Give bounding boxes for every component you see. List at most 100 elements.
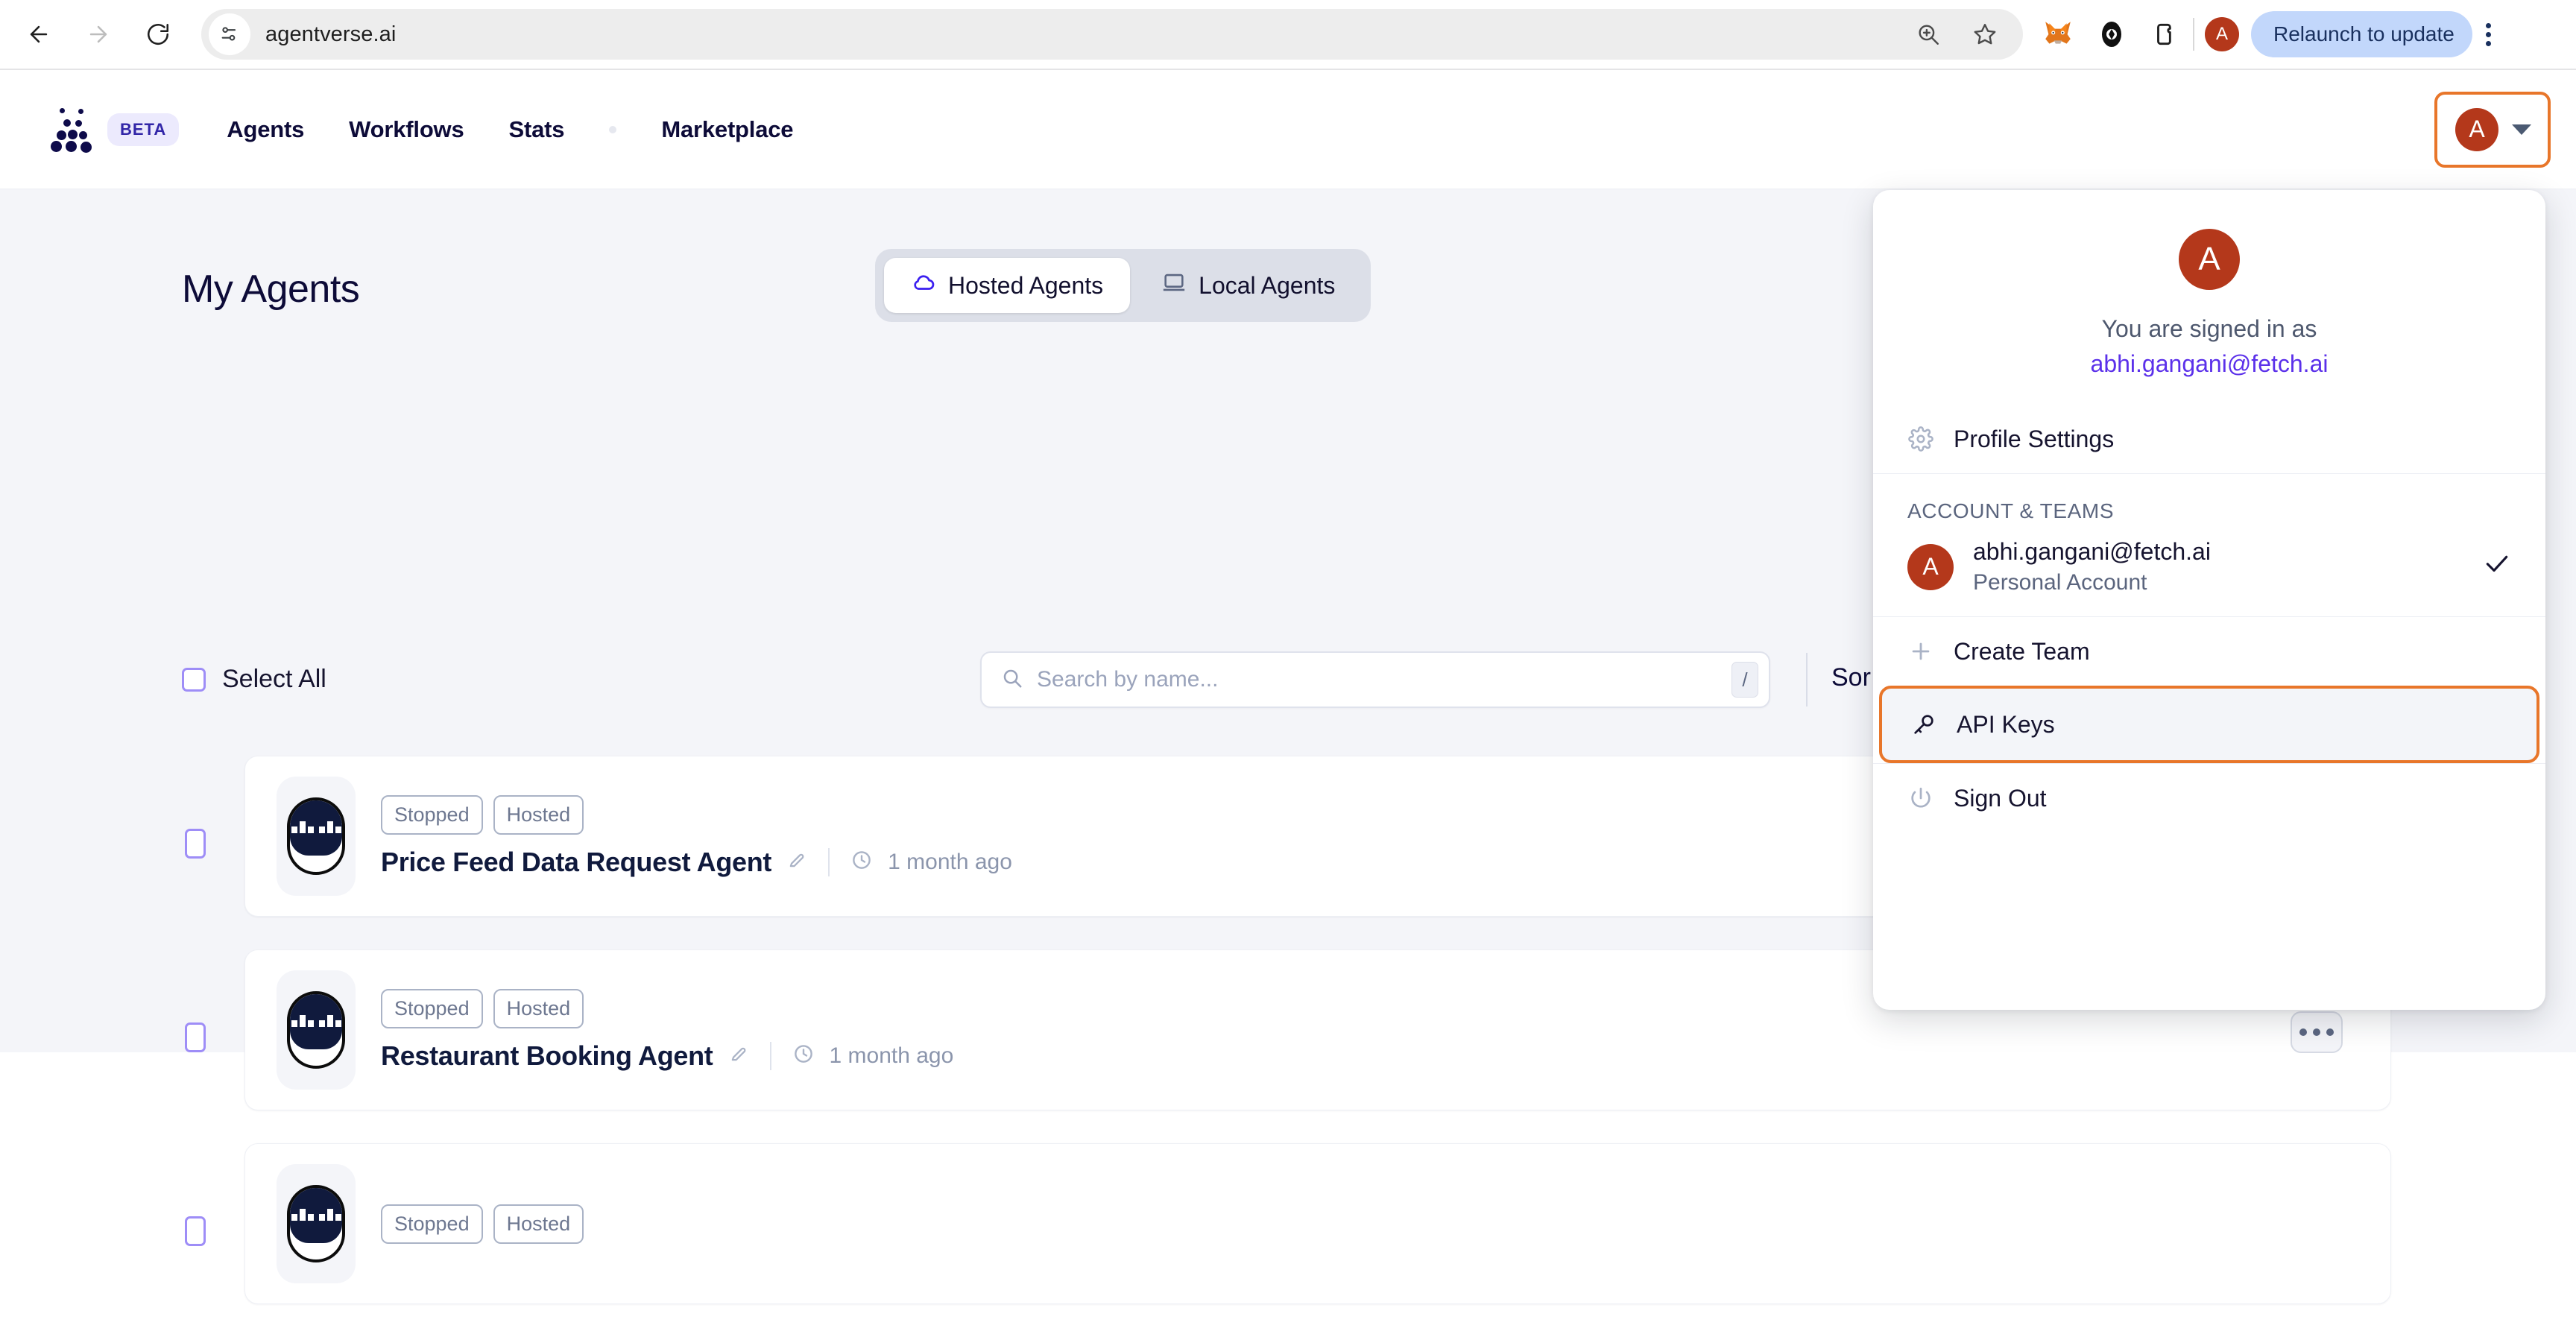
- kebab-menu-icon[interactable]: [2485, 22, 2491, 46]
- metamask-fox-icon[interactable]: [2041, 17, 2075, 51]
- agent-row-checkbox[interactable]: [185, 1022, 206, 1052]
- account-subtitle: Personal Account: [1973, 570, 2147, 595]
- type-badge: Hosted: [493, 988, 584, 1028]
- agents-type-tabs: Hosted Agents Local Agents: [875, 249, 1371, 322]
- agent-avatar-frame: [277, 1164, 356, 1283]
- agent-row-checkbox[interactable]: [185, 1216, 206, 1246]
- agent-info: Stopped Hosted Price Feed Data Request A…: [381, 794, 1012, 878]
- tab-hosted-agents[interactable]: Hosted Agents: [884, 258, 1131, 313]
- page-title: My Agents: [182, 268, 360, 311]
- agent-avatar-frame: [277, 970, 356, 1090]
- agent-name-row: Restaurant Booking Agent 1 month ago: [381, 1040, 953, 1072]
- power-icon: [1907, 785, 1934, 812]
- clock-icon: [850, 849, 873, 875]
- ellipsis-icon[interactable]: [2291, 1011, 2343, 1053]
- cloud-icon: [911, 270, 936, 301]
- search-shortcut-key: /: [1731, 662, 1758, 698]
- relaunch-to-update-button[interactable]: Relaunch to update: [2251, 11, 2472, 57]
- menu-item-personal-account[interactable]: A abhi.gangani@fetch.ai Personal Account: [1873, 531, 2545, 616]
- key-icon: [1910, 711, 1937, 738]
- browser-nav-buttons: [12, 7, 185, 61]
- tab-local-agents[interactable]: Local Agents: [1134, 258, 1362, 313]
- avatar: A: [2179, 229, 2240, 290]
- account-menu-button[interactable]: A: [2434, 91, 2551, 168]
- site-settings-icon[interactable]: [209, 13, 250, 55]
- edit-pencil-icon[interactable]: [728, 1043, 749, 1068]
- zoom-in-icon[interactable]: [1911, 17, 1945, 51]
- agent-avatar-frame: [277, 777, 356, 896]
- type-badge: Hosted: [493, 794, 584, 835]
- agent-info: Stopped Hosted: [381, 1204, 584, 1244]
- account-dropdown-panel: A You are signed in as abhi.gangani@fetc…: [1873, 190, 2545, 1010]
- agent-info: Stopped Hosted Restaurant Booking Agent …: [381, 988, 953, 1072]
- forward-icon[interactable]: [72, 7, 125, 61]
- select-all-label: Select All: [222, 665, 326, 693]
- meta-divider: [769, 1041, 771, 1070]
- nav-item-marketplace[interactable]: Marketplace: [661, 116, 793, 143]
- header-right: A: [2434, 91, 2551, 168]
- agent-card[interactable]: Stopped Hosted: [244, 1143, 2391, 1304]
- tab-hosted-agents-label: Hosted Agents: [948, 271, 1104, 299]
- toolbar-divider: [1806, 653, 1808, 707]
- search-placeholder: Search by name...: [1037, 667, 1219, 692]
- edit-pencil-icon[interactable]: [786, 850, 807, 874]
- avatar: A: [2455, 107, 2498, 151]
- agent-name[interactable]: Restaurant Booking Agent: [381, 1040, 713, 1072]
- agent-robot-icon: [287, 1185, 345, 1262]
- account-email: abhi.gangani@fetch.ai: [1973, 538, 2211, 565]
- menu-item-api-keys-label: API Keys: [1957, 710, 2055, 738]
- agent-updated: 1 month ago: [888, 849, 1012, 874]
- nav-separator-dot: [609, 125, 617, 133]
- extension-puzzle-icon[interactable]: [2148, 17, 2182, 51]
- beta-badge: BETA: [107, 113, 180, 146]
- menu-item-profile-settings-label: Profile Settings: [1954, 425, 2115, 452]
- select-all-control[interactable]: Select All: [182, 665, 326, 694]
- agent-name[interactable]: Price Feed Data Request Agent: [381, 847, 771, 878]
- meta-divider: [828, 847, 830, 876]
- nav-item-stats[interactable]: Stats: [509, 116, 565, 143]
- menu-item-api-keys[interactable]: API Keys: [1879, 686, 2539, 763]
- type-badge: Hosted: [493, 1204, 584, 1244]
- clock-icon: [792, 1043, 815, 1069]
- nav-item-workflows[interactable]: Workflows: [349, 116, 464, 143]
- section-label-account-teams: ACCOUNT & TEAMS: [1907, 499, 2115, 522]
- list-item[interactable]: Stopped Hosted: [0, 1143, 2576, 1337]
- toolbar-divider: [2193, 18, 2194, 51]
- laptop-icon: [1161, 270, 1187, 301]
- agent-robot-icon: [287, 797, 345, 875]
- search-icon: [1001, 667, 1023, 693]
- omnibox-actions: [1911, 17, 2023, 51]
- browser-profile-avatar[interactable]: A: [2205, 17, 2239, 51]
- check-icon: [2483, 549, 2511, 585]
- relaunch-label: Relaunch to update: [2273, 22, 2455, 45]
- main-navigation: Agents Workflows Stats Marketplace: [227, 116, 793, 143]
- agent-robot-icon: [287, 991, 345, 1069]
- agent-name-row: Price Feed Data Request Agent 1 month ag…: [381, 847, 1012, 878]
- select-all-checkbox[interactable]: [182, 667, 206, 692]
- menu-item-sign-out[interactable]: Sign Out: [1873, 764, 2545, 832]
- account-text: abhi.gangani@fetch.ai Personal Account: [1973, 538, 2211, 595]
- address-bar[interactable]: agentverse.ai: [201, 9, 2023, 60]
- status-badge: Stopped: [381, 1204, 483, 1244]
- back-icon[interactable]: [12, 7, 66, 61]
- extension-eye-icon[interactable]: [2094, 17, 2129, 51]
- agent-badges: Stopped Hosted: [381, 1204, 584, 1244]
- browser-toolbar: agentverse.ai A Relaunch to update: [0, 0, 2576, 70]
- sort-label[interactable]: Sor: [1831, 663, 1871, 692]
- bookmark-star-icon[interactable]: [1968, 17, 2002, 51]
- chevron-down-icon: [2512, 124, 2531, 135]
- menu-item-profile-settings[interactable]: Profile Settings: [1873, 405, 2545, 473]
- menu-item-create-team[interactable]: Create Team: [1873, 617, 2545, 686]
- menu-item-sign-out-label: Sign Out: [1954, 784, 2047, 812]
- search-input[interactable]: Search by name... /: [980, 651, 1770, 708]
- nav-item-agents[interactable]: Agents: [227, 116, 304, 143]
- agentverse-logo-icon[interactable]: [49, 107, 92, 153]
- extension-icons: [2041, 17, 2182, 51]
- signed-in-label: You are signed in as: [2101, 315, 2317, 342]
- signed-in-email: abhi.gangani@fetch.ai: [2090, 350, 2329, 377]
- tab-local-agents-label: Local Agents: [1199, 271, 1336, 299]
- url-text: agentverse.ai: [265, 22, 397, 46]
- agent-badges: Stopped Hosted: [381, 988, 953, 1028]
- reload-icon[interactable]: [131, 7, 185, 61]
- agent-row-checkbox[interactable]: [185, 829, 206, 859]
